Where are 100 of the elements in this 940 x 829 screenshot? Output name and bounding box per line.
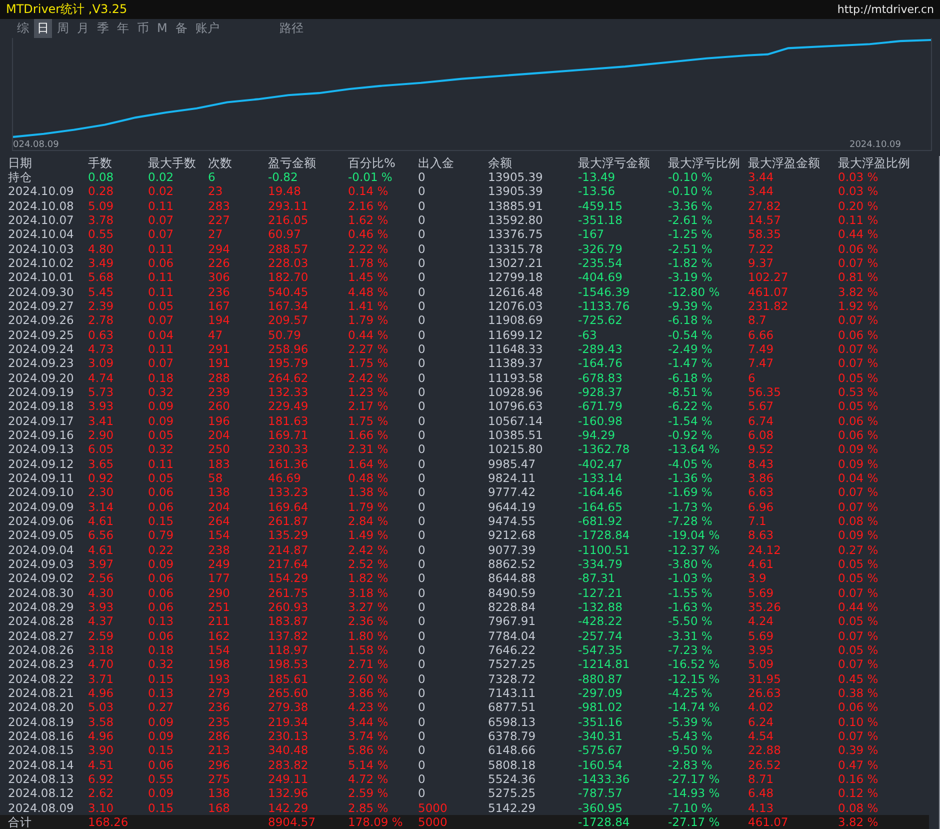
- table-cell-text: -16.52 %: [668, 657, 721, 672]
- column-header: 出入金: [418, 156, 455, 170]
- table-cell-text: -981.02: [578, 700, 624, 714]
- table-cell-text: 5.67: [748, 399, 775, 414]
- tab[interactable]: 周: [54, 18, 72, 38]
- table-cell-text: -334.79: [578, 556, 624, 571]
- table-cell-text: 8904.57: [268, 814, 317, 829]
- table-cell-text: 10385.51: [488, 428, 544, 442]
- tab[interactable]: 综: [14, 18, 32, 38]
- table-cell-text: 0.05 %: [838, 370, 880, 385]
- table-cell-text: 217.64: [268, 556, 310, 571]
- tab[interactable]: 路径: [276, 18, 306, 38]
- table-cell-text: 0.15: [148, 514, 175, 528]
- tab[interactable]: 备: [172, 18, 190, 38]
- table-cell-text: 3.18 %: [348, 586, 390, 600]
- table-cell-text: 2.85 %: [348, 800, 390, 814]
- table-cell-text: 7.1: [748, 514, 768, 528]
- table-cell-text: 11699.12: [488, 328, 544, 342]
- table-cell-text: 3.95: [748, 642, 775, 657]
- table-cell-text: 161.36: [268, 456, 310, 471]
- table-cell-text: 2.27 %: [348, 342, 390, 356]
- tab[interactable]: 账户: [192, 18, 222, 38]
- table-cell-text: 0.11: [148, 342, 175, 356]
- table-cell-text: 0: [418, 628, 426, 643]
- tab[interactable]: 币: [134, 18, 152, 38]
- table-cell-text: 8490.59: [488, 586, 537, 600]
- table-cell-text: 9777.42: [488, 485, 537, 500]
- table-cell-text: -1546.39: [578, 284, 631, 299]
- table-cell-text: 4.48 %: [348, 284, 390, 299]
- table-cell-text: -1133.76: [578, 299, 631, 314]
- table-cell-text: 13376.75: [488, 227, 544, 242]
- table-cell-text: 2.16 %: [348, 198, 390, 213]
- table-cell-text: 6: [748, 370, 756, 385]
- table-cell-text: 0: [418, 728, 426, 743]
- table-cell-text: -63: [578, 328, 598, 342]
- table-cell-text: 204: [208, 500, 231, 514]
- table-cell-text: 0.07 %: [838, 586, 880, 600]
- table-cell-text: 0.46 %: [348, 227, 390, 242]
- table-cell-text: -6.18 %: [668, 370, 714, 385]
- table-cell-text: 0: [418, 299, 426, 314]
- table-cell-text: 9212.68: [488, 528, 537, 542]
- table-cell-text: 0: [418, 772, 426, 786]
- column-header: 盈亏金额: [268, 156, 317, 170]
- table-cell-text: 2024.08.16: [8, 728, 75, 743]
- table-cell-text: 0.11: [148, 198, 175, 213]
- tab[interactable]: 季: [94, 18, 112, 38]
- table-cell-text: 0.06 %: [838, 328, 880, 342]
- window-title: MTDriver统计 ,V3.25: [6, 0, 128, 18]
- table-cell-text: 2.84 %: [348, 514, 390, 528]
- table-cell-text: 0: [418, 370, 426, 385]
- table-cell-text: 0: [418, 672, 426, 686]
- tab[interactable]: 年: [114, 18, 132, 38]
- table-cell-text: 290: [208, 586, 231, 600]
- table-cell-text: 11389.37: [488, 356, 544, 370]
- table-cell-text: 168.26: [88, 814, 130, 829]
- table-cell-text: 13885.91: [488, 198, 544, 213]
- tab[interactable]: 日: [34, 18, 52, 38]
- table-cell-text: -4.25 %: [668, 686, 714, 700]
- table-cell-text: -5.50 %: [668, 614, 714, 628]
- table-cell-text: 162: [208, 628, 231, 643]
- website-link[interactable]: http://mtdriver.cn: [837, 2, 934, 16]
- table-cell-text: 249: [208, 556, 231, 571]
- table-cell-text: -3.31 %: [668, 628, 714, 643]
- table-cell-text: -257.74: [578, 628, 624, 643]
- table-cell-text: 4.13: [748, 800, 775, 814]
- table-cell-text: 138: [208, 786, 231, 800]
- table-cell-text: 294: [208, 242, 231, 256]
- table-cell-text: 2024.08.21: [8, 686, 75, 700]
- table-cell-text: 213: [208, 743, 231, 758]
- table-cell-text: 8644.88: [488, 571, 537, 586]
- table-cell-text: 293.11: [268, 198, 310, 213]
- table-cell-text: 7.49: [748, 342, 775, 356]
- table-cell-text: -725.62: [578, 313, 624, 328]
- table-cell-text: 0: [418, 470, 426, 485]
- table-cell-text: 0.02: [148, 170, 175, 184]
- table-cell-text: 1.38 %: [348, 485, 390, 500]
- table-cell-text: -133.14: [578, 470, 624, 485]
- tab[interactable]: M: [154, 20, 170, 36]
- table-cell-text: 0.11: [148, 270, 175, 284]
- table-cell-text: 26.63: [748, 686, 782, 700]
- table-cell-text: 260: [208, 399, 231, 414]
- table-cell-text: 0.07 %: [838, 356, 880, 370]
- table-cell-text: -14.74 %: [668, 700, 721, 714]
- tab[interactable]: 月: [74, 18, 92, 38]
- table-cell-text: 3.86: [748, 470, 775, 485]
- table-cell-text: 2024.10.04: [8, 227, 75, 242]
- table-cell-text: -13.49: [578, 170, 616, 184]
- table-cell-text: 58.35: [748, 227, 782, 242]
- table-cell-text: 0: [418, 170, 426, 184]
- table-cell-text: 2024.09.17: [8, 414, 75, 428]
- column-header: 最大浮盈比例: [838, 156, 911, 170]
- table-cell-text: 2.62: [88, 786, 115, 800]
- table-cell-text: 24.12: [748, 542, 782, 557]
- table-cell-text: 0.06 %: [838, 428, 880, 442]
- table-cell-text: 6.63: [748, 485, 775, 500]
- table-cell-text: 6598.13: [488, 714, 537, 729]
- table-cell-text: -12.37 %: [668, 542, 721, 557]
- column-header: 余额: [488, 156, 513, 170]
- table-cell-text: 2024.09.13: [8, 442, 75, 456]
- table-cell-text: 3.18: [88, 642, 115, 657]
